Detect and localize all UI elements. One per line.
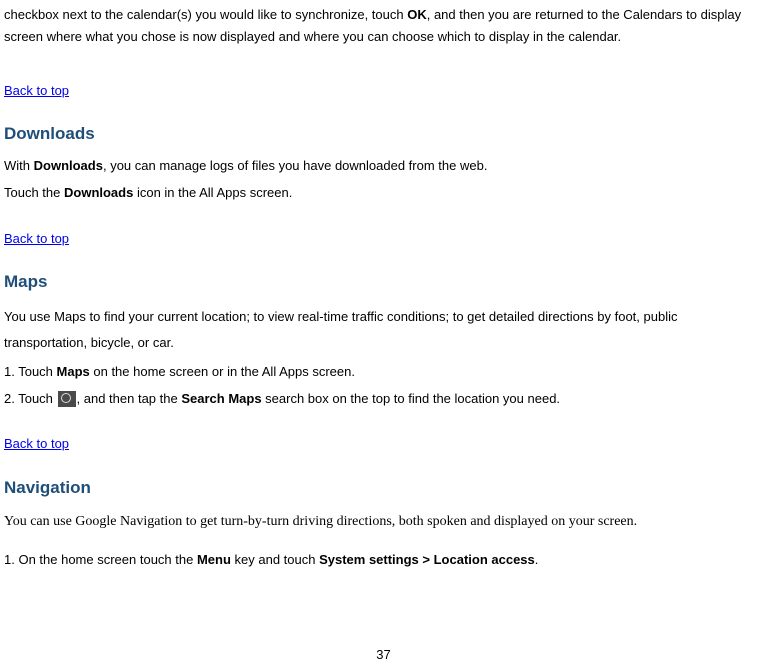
downloads-p1: With Downloads, you can manage logs of f…	[4, 156, 761, 177]
downloads-p2bold: Downloads	[64, 185, 133, 200]
intro-paragraph: checkbox next to the calendar(s) you wou…	[4, 4, 761, 48]
nav-s1bold2: System settings > Location access	[319, 552, 535, 567]
intro-text-a: checkbox next to the calendar(s) you wou…	[4, 7, 407, 22]
maps-s2c: search box on the top to find the locati…	[262, 391, 561, 406]
maps-heading: Maps	[4, 270, 761, 294]
back-to-top-link-2[interactable]: Back to top	[4, 230, 69, 248]
downloads-p1bold: Downloads	[34, 158, 103, 173]
maps-p1: You use Maps to find your current locati…	[4, 304, 761, 356]
maps-s2bold: Search Maps	[181, 391, 261, 406]
downloads-p1b: , you can manage logs of files you have …	[103, 158, 487, 173]
intro-bold: OK	[407, 7, 427, 22]
maps-s2a: 2. Touch	[4, 391, 57, 406]
downloads-p2: Touch the Downloads icon in the All Apps…	[4, 183, 761, 204]
search-icon	[58, 391, 76, 407]
maps-s1b: on the home screen or in the All Apps sc…	[90, 364, 355, 379]
downloads-heading: Downloads	[4, 122, 761, 146]
nav-s1b: key and touch	[231, 552, 319, 567]
back-to-top-link-1[interactable]: Back to top	[4, 82, 69, 100]
navigation-step1: 1. On the home screen touch the Menu key…	[4, 550, 761, 571]
maps-step1: 1. Touch Maps on the home screen or in t…	[4, 362, 761, 383]
maps-s1a: 1. Touch	[4, 364, 57, 379]
downloads-p2b: icon in the All Apps screen.	[133, 185, 292, 200]
nav-s1a: 1. On the home screen touch the	[4, 552, 197, 567]
nav-s1c: .	[535, 552, 539, 567]
maps-step2: 2. Touch , and then tap the Search Maps …	[4, 389, 761, 410]
navigation-note: You can use Google Navigation to get tur…	[4, 509, 761, 536]
downloads-p2a: Touch the	[4, 185, 64, 200]
navigation-heading: Navigation	[4, 476, 761, 500]
page-number: 37	[0, 646, 767, 664]
maps-s2b: , and then tap the	[77, 391, 182, 406]
maps-s1bold: Maps	[57, 364, 90, 379]
downloads-p1a: With	[4, 158, 34, 173]
nav-s1bold1: Menu	[197, 552, 231, 567]
back-to-top-link-3[interactable]: Back to top	[4, 435, 69, 453]
